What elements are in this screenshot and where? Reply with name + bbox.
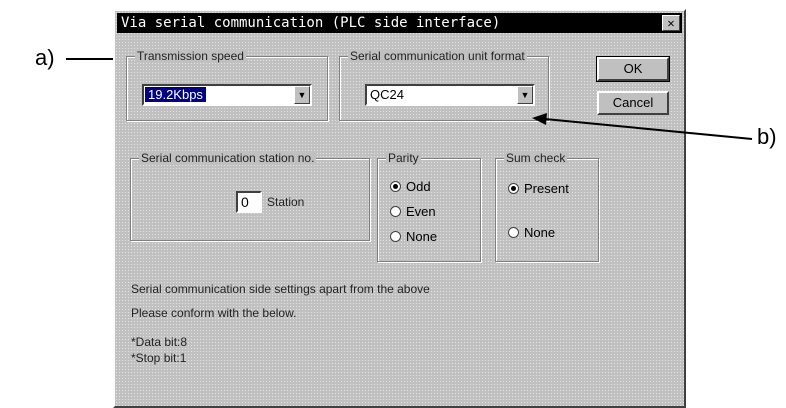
radio-icon <box>508 227 519 238</box>
radio-selected-icon <box>390 181 401 192</box>
transmission-speed-select[interactable]: 19.2Kbps ▼ <box>142 84 312 106</box>
radio-icon <box>390 206 401 217</box>
sum-check-radio-present[interactable]: Present <box>508 181 569 196</box>
callout-b-label: b) <box>757 124 777 149</box>
parity-radio-even[interactable]: Even <box>390 204 436 219</box>
notes-line-1: Serial communication side settings apart… <box>131 282 430 296</box>
cancel-button[interactable]: Cancel <box>597 91 669 115</box>
callout-a-label: a) <box>35 45 55 70</box>
unit-format-legend: Serial communication unit format <box>348 49 527 63</box>
dialog-title: Via serial communication (PLC side inter… <box>121 15 501 31</box>
sum-check-legend: Sum check <box>504 151 568 165</box>
parity-group: Parity Odd Even None <box>377 151 481 262</box>
notes-line-2: Please conform with the below. <box>131 306 297 320</box>
unit-format-select[interactable]: QC24 ▼ <box>365 84 535 106</box>
station-suffix-label: Station <box>267 195 305 209</box>
chevron-down-icon[interactable]: ▼ <box>517 86 533 104</box>
parity-radio-none[interactable]: None <box>390 229 437 244</box>
radio-icon <box>390 231 401 242</box>
radio-selected-icon <box>508 183 519 194</box>
station-number-legend: Serial communication station no. <box>139 151 317 165</box>
transmission-speed-value: 19.2Kbps <box>145 87 206 102</box>
sum-check-radio-none[interactable]: None <box>508 225 555 240</box>
ok-button[interactable]: OK <box>596 56 670 82</box>
sum-check-group: Sum check Present None <box>495 151 599 262</box>
dialog-titlebar: Via serial communication (PLC side inter… <box>117 13 682 33</box>
unit-format-group: Serial communication unit format QC24 ▼ <box>339 49 549 121</box>
station-number-input[interactable]: 0 <box>236 191 262 213</box>
chevron-down-icon[interactable]: ▼ <box>294 86 310 104</box>
parity-legend: Parity <box>386 151 421 165</box>
serial-settings-dialog: Via serial communication (PLC side inter… <box>113 9 686 408</box>
close-icon[interactable]: ✕ <box>662 15 680 31</box>
unit-format-value: QC24 <box>370 87 404 102</box>
notes-line-4: *Stop bit:1 <box>131 351 187 365</box>
transmission-speed-group: Transmission speed 19.2Kbps ▼ <box>126 49 328 121</box>
notes-line-3: *Data bit:8 <box>131 335 188 349</box>
parity-radio-odd[interactable]: Odd <box>390 179 431 194</box>
transmission-speed-legend: Transmission speed <box>135 49 246 63</box>
station-number-group: Serial communication station no. 0 Stati… <box>130 151 370 241</box>
